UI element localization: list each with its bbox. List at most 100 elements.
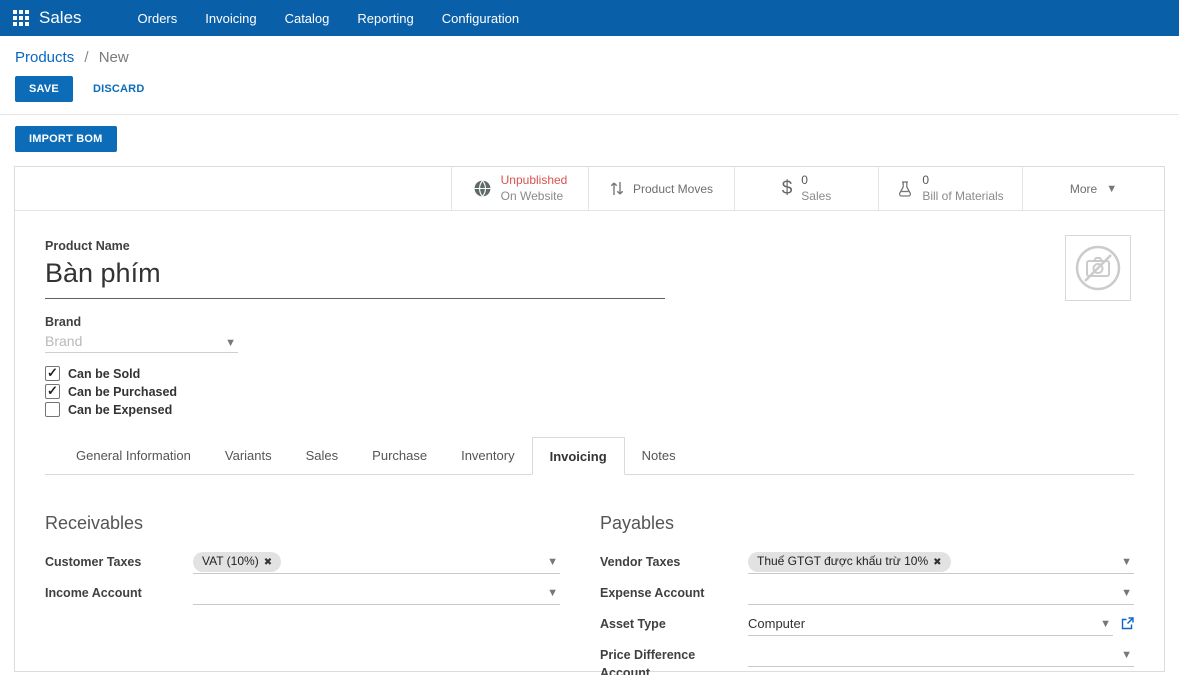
customer-tax-tag: VAT (10%) ✖ [193, 552, 281, 572]
menu-item-invoicing[interactable]: Invoicing [191, 0, 270, 36]
globe-icon [473, 179, 492, 198]
chevron-down-icon[interactable]: ▼ [547, 587, 558, 599]
form-sheet: Unpublished On Website Product Moves $ 0… [14, 166, 1165, 672]
can-be-purchased-label: Can be Purchased [68, 385, 177, 399]
main-menu: Orders Invoicing Catalog Reporting Confi… [124, 0, 534, 36]
product-moves-stat-button[interactable]: Product Moves [588, 167, 734, 210]
sales-stat-button[interactable]: $ 0 Sales [734, 167, 878, 210]
product-image-placeholder[interactable] [1065, 235, 1131, 301]
menu-item-catalog[interactable]: Catalog [271, 0, 344, 36]
vendor-tax-tag-label: Thuế GTGT được khấu trừ 10% [757, 554, 928, 568]
save-button[interactable]: SAVE [15, 76, 73, 102]
bom-label: Bill of Materials [922, 189, 1003, 203]
customer-taxes-row: Customer Taxes VAT (10%) ✖ ▼ [45, 551, 560, 575]
product-moves-label: Product Moves [633, 182, 713, 196]
tab-inventory[interactable]: Inventory [444, 437, 531, 474]
menu-item-configuration[interactable]: Configuration [428, 0, 533, 36]
asset-type-value: Computer [748, 614, 805, 631]
checkbox-group: Can be Sold Can be Purchased Can be Expe… [45, 366, 1134, 417]
asset-type-input[interactable]: Computer ▼ [748, 613, 1113, 636]
price-difference-account-input[interactable]: ▼ [748, 644, 1134, 667]
top-navbar: Sales Orders Invoicing Catalog Reporting… [0, 0, 1179, 36]
vendor-taxes-row: Vendor Taxes Thuế GTGT được khấu trừ 10%… [600, 551, 1134, 575]
vendor-tax-tag: Thuế GTGT được khấu trừ 10% ✖ [748, 552, 951, 572]
income-account-row: Income Account ▼ [45, 582, 560, 606]
product-name-input[interactable]: Bàn phím [45, 253, 665, 299]
form-body: Product Name Bàn phím Brand Brand ▼ Can … [15, 211, 1164, 675]
tab-sales[interactable]: Sales [289, 437, 356, 474]
website-stat-button[interactable]: Unpublished On Website [451, 167, 588, 210]
can-be-expensed-label: Can be Expensed [68, 403, 172, 417]
can-be-sold-row[interactable]: Can be Sold [45, 366, 1134, 381]
app-name[interactable]: Sales [39, 8, 82, 28]
invoicing-tab-content: Receivables Customer Taxes VAT (10%)✖ ▼ … [45, 475, 1134, 675]
breadcrumb-separator: / [84, 49, 88, 66]
income-account-input[interactable]: ▼ [193, 582, 560, 605]
notebook-tabs: General Information Variants Sales Purch… [45, 437, 1134, 475]
expense-account-row: Expense Account ▼ [600, 582, 1134, 606]
asset-type-row: Asset Type Computer ▼ [600, 613, 1134, 637]
arrows-up-down-icon [610, 180, 624, 197]
camera-slash-icon [1074, 244, 1122, 292]
tab-notes[interactable]: Notes [625, 437, 693, 474]
sales-count: 0 [801, 173, 808, 187]
bill-of-materials-stat-button[interactable]: 0 Bill of Materials [878, 167, 1022, 210]
customer-taxes-input[interactable]: VAT (10%) ✖ ▼ [193, 551, 560, 574]
income-account-label: Income Account [45, 582, 193, 603]
brand-select[interactable]: Brand ▼ [45, 329, 238, 353]
menu-item-orders[interactable]: Orders [124, 0, 192, 36]
breadcrumb: Products / New [0, 36, 1179, 73]
chevron-down-icon[interactable]: ▼ [1121, 649, 1132, 661]
chevron-down-icon[interactable]: ▼ [547, 556, 558, 568]
asset-type-label: Asset Type [600, 613, 748, 634]
stat-button-bar: Unpublished On Website Product Moves $ 0… [15, 167, 1164, 211]
receivables-group: Receivables Customer Taxes VAT (10%)✖ ▼ … [45, 513, 560, 675]
expense-account-input[interactable]: ▼ [748, 582, 1134, 605]
website-status: Unpublished [501, 173, 568, 187]
price-difference-account-label: Price Difference Account [600, 644, 748, 675]
more-label: More [1070, 182, 1097, 196]
breadcrumb-current: New [99, 49, 129, 66]
payables-group: Payables Vendor Taxes Thuế GTGT được khấ… [600, 513, 1134, 675]
chevron-down-icon: ▼ [1106, 183, 1117, 195]
discard-button[interactable]: DISCARD [93, 83, 145, 95]
payables-title: Payables [600, 513, 1134, 534]
chevron-down-icon[interactable]: ▼ [1100, 618, 1111, 630]
tab-invoicing[interactable]: Invoicing [532, 437, 625, 475]
customer-tax-tag-label: VAT (10%) [202, 554, 259, 568]
tab-purchase[interactable]: Purchase [355, 437, 444, 474]
brand-placeholder: Brand [45, 333, 82, 349]
receivables-title: Receivables [45, 513, 560, 534]
can-be-sold-label: Can be Sold [68, 367, 140, 381]
external-link-icon[interactable] [1121, 617, 1134, 630]
can-be-expensed-checkbox[interactable] [45, 402, 60, 417]
menu-item-reporting[interactable]: Reporting [343, 0, 427, 36]
sales-label: Sales [801, 189, 831, 203]
remove-tag-icon[interactable]: ✖ [933, 557, 941, 568]
remove-tag-icon[interactable]: ✖ [264, 557, 272, 568]
dollar-icon: $ [782, 178, 793, 200]
tab-variants[interactable]: Variants [208, 437, 289, 474]
import-bom-button[interactable]: IMPORT BOM [15, 126, 117, 152]
website-label: On Website [501, 189, 563, 203]
apps-grid-icon[interactable] [13, 10, 29, 26]
product-name-label: Product Name [45, 239, 1134, 253]
price-difference-account-row: Price Difference Account ▼ [600, 644, 1134, 675]
more-stat-button[interactable]: More ▼ [1022, 167, 1164, 210]
chevron-down-icon[interactable]: ▼ [225, 337, 236, 349]
brand-label: Brand [45, 315, 1134, 329]
can-be-expensed-row[interactable]: Can be Expensed [45, 402, 1134, 417]
chevron-down-icon[interactable]: ▼ [1121, 556, 1132, 568]
expense-account-label: Expense Account [600, 582, 748, 603]
can-be-sold-checkbox[interactable] [45, 366, 60, 381]
vendor-taxes-input[interactable]: Thuế GTGT được khấu trừ 10% ✖ ▼ [748, 551, 1134, 574]
breadcrumb-products-link[interactable]: Products [15, 49, 74, 66]
can-be-purchased-checkbox[interactable] [45, 384, 60, 399]
action-row: IMPORT BOM [0, 115, 1179, 161]
can-be-purchased-row[interactable]: Can be Purchased [45, 384, 1134, 399]
flask-icon [897, 180, 913, 197]
chevron-down-icon[interactable]: ▼ [1121, 587, 1132, 599]
tab-general-information[interactable]: General Information [59, 437, 208, 474]
vendor-taxes-label: Vendor Taxes [600, 551, 748, 572]
customer-taxes-label: Customer Taxes [45, 551, 193, 572]
